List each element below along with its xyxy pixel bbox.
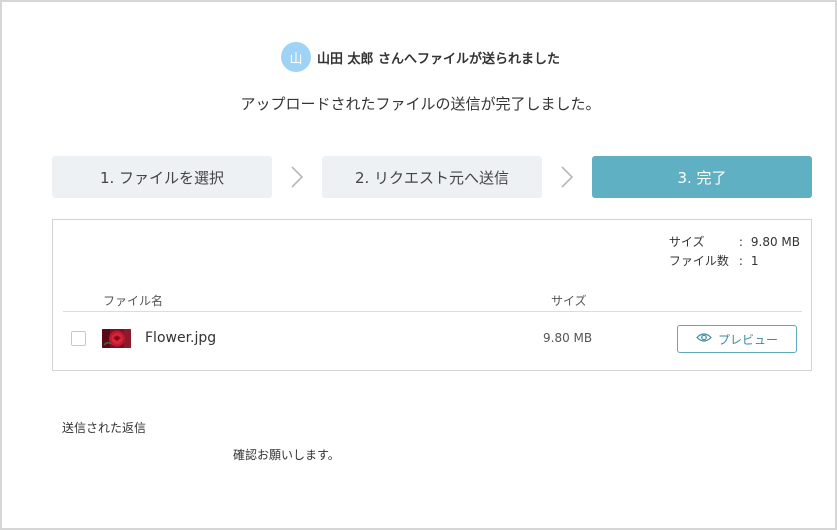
- table-header: ファイル名 サイズ: [63, 292, 802, 312]
- step-label: 1. ファイルを選択: [99, 168, 225, 187]
- summary-size-label: サイズ: [668, 235, 705, 249]
- avatar: 山: [280, 42, 311, 72]
- sender-message: 山田 太郎 さんへファイルが送られました: [316, 51, 561, 67]
- summary-size-value: 9.80 MB: [750, 235, 800, 249]
- page-frame: 山 山田 太郎 さんへファイルが送られました アップロードされたファイルの送信が…: [0, 0, 837, 530]
- reply-text: 確認お願いします。: [233, 448, 340, 462]
- file-summary: サイズ : 9.80 MB ファイル数 : 1: [669, 233, 800, 271]
- column-header-size: サイズ: [551, 294, 587, 308]
- eye-icon: [696, 332, 712, 346]
- file-size: 9.80 MB: [543, 331, 593, 345]
- file-panel: サイズ : 9.80 MB ファイル数 : 1 ファイル名 サイズ Flower…: [52, 219, 812, 371]
- chevron-right-icon: [554, 164, 580, 190]
- preview-button-label: プレビュー: [717, 332, 778, 347]
- flower-thumbnail-icon: [102, 329, 131, 348]
- summary-separator: :: [738, 235, 743, 249]
- table-row: Flower.jpg 9.80 MB プレビュー: [63, 320, 802, 356]
- step-select-files: 1. ファイルを選択: [52, 156, 272, 198]
- summary-count-row: ファイル数 : 1: [669, 252, 800, 271]
- file-name[interactable]: Flower.jpg: [145, 330, 216, 346]
- preview-button[interactable]: プレビュー: [677, 325, 797, 353]
- summary-count-value: 1: [750, 254, 759, 268]
- avatar-initial: 山: [289, 51, 303, 67]
- step-label: 2. リクエスト元へ送信: [354, 168, 510, 187]
- step-send-to-requester: 2. リクエスト元へ送信: [322, 156, 542, 198]
- step-complete: 3. 完了: [592, 156, 812, 198]
- column-header-name: ファイル名: [103, 294, 164, 308]
- sender-header: 山 山田 太郎 さんへファイルが送られました: [2, 42, 837, 72]
- summary-count-label: ファイル数: [668, 254, 729, 268]
- summary-separator: :: [738, 254, 743, 268]
- reply-label: 送信された返信: [62, 421, 147, 435]
- step-label: 3. 完了: [677, 168, 727, 187]
- chevron-right-icon: [284, 164, 310, 190]
- summary-size-row: サイズ : 9.80 MB: [669, 233, 800, 252]
- file-checkbox[interactable]: [71, 331, 86, 346]
- completion-message: アップロードされたファイルの送信が完了しました。: [240, 95, 601, 113]
